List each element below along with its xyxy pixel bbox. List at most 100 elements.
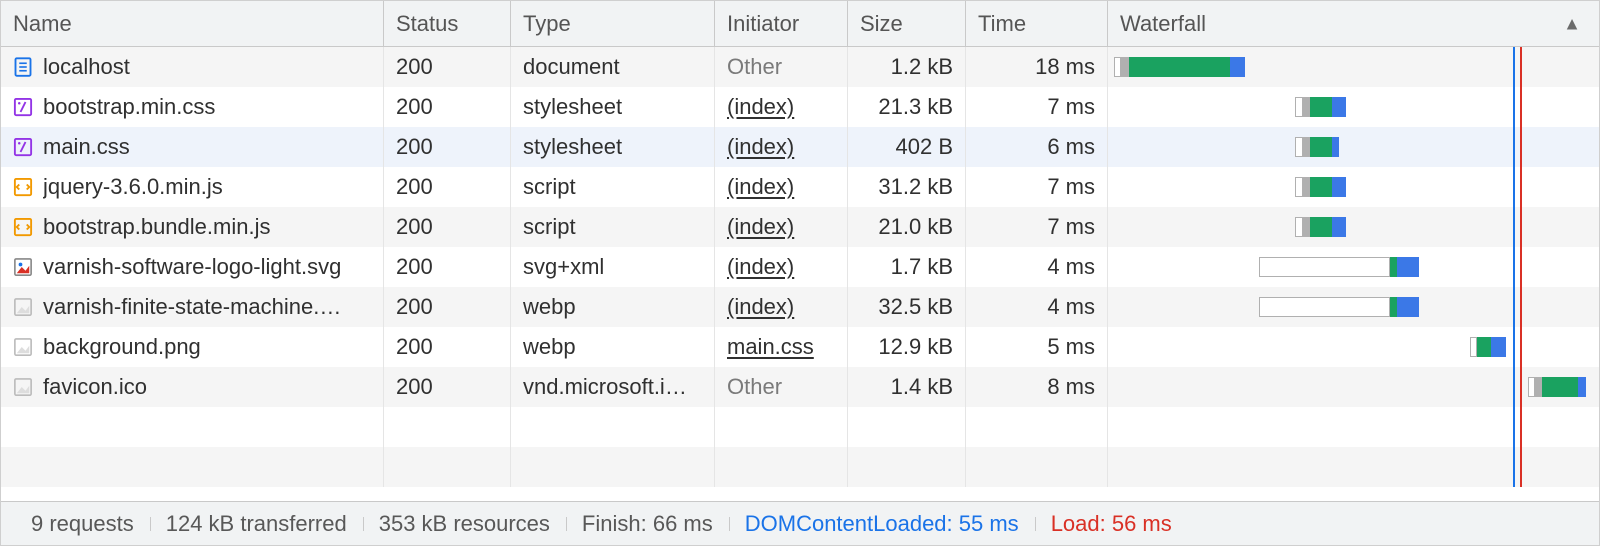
cell-name[interactable]: varnish-software-logo-light.svg <box>1 247 384 287</box>
cell-size: 1.2 kB <box>848 47 966 87</box>
stylesheet-icon <box>13 137 33 157</box>
cell-size: 31.2 kB <box>848 167 966 207</box>
request-name: varnish-software-logo-light.svg <box>43 254 341 280</box>
waterfall-bar[interactable] <box>1470 337 1506 357</box>
cell-name[interactable]: jquery-3.6.0.min.js <box>1 167 384 207</box>
cell-type: stylesheet <box>511 87 715 127</box>
request-name: varnish-finite-state-machine.… <box>43 294 341 320</box>
cell-time: 7 ms <box>966 167 1108 207</box>
waterfall-bar[interactable] <box>1295 137 1339 157</box>
dcl-marker <box>1513 87 1515 127</box>
cell-initiator: main.css <box>715 327 848 367</box>
waterfall-bar[interactable] <box>1259 257 1419 277</box>
cell-status: 200 <box>384 207 511 247</box>
cell-type: script <box>511 207 715 247</box>
cell-initiator: (index) <box>715 167 848 207</box>
cell-name[interactable]: background.png <box>1 327 384 367</box>
dcl-marker <box>1513 247 1515 287</box>
load-marker <box>1520 367 1522 407</box>
cell-status: 200 <box>384 247 511 287</box>
footer-finish: Finish: 66 ms <box>566 511 729 537</box>
initiator-link[interactable]: main.css <box>727 334 814 360</box>
initiator-link[interactable]: (index) <box>727 214 794 240</box>
footer-domcontentloaded: DOMContentLoaded: 55 ms <box>729 511 1035 537</box>
col-header-initiator[interactable]: Initiator <box>715 1 848 46</box>
dcl-marker <box>1513 287 1515 327</box>
waterfall-bar[interactable] <box>1295 97 1346 117</box>
request-name: favicon.ico <box>43 374 147 400</box>
load-marker <box>1520 207 1522 247</box>
load-marker <box>1520 167 1522 207</box>
initiator-link[interactable]: (index) <box>727 174 794 200</box>
cell-name[interactable]: bootstrap.min.css <box>1 87 384 127</box>
cell-name[interactable]: varnish-finite-state-machine.… <box>1 287 384 327</box>
col-header-status[interactable]: Status <box>384 1 511 46</box>
footer-resources: 353 kB resources <box>363 511 566 537</box>
table-row[interactable]: localhost200documentOther1.2 kB18 ms <box>1 47 1599 87</box>
initiator-link[interactable]: (index) <box>727 134 794 160</box>
col-header-name[interactable]: Name <box>1 1 384 46</box>
cell-time: 7 ms <box>966 207 1108 247</box>
table-body: localhost200documentOther1.2 kB18 msboot… <box>1 47 1599 501</box>
cell-waterfall <box>1108 287 1599 327</box>
table-row[interactable]: background.png200webpmain.css12.9 kB5 ms <box>1 327 1599 367</box>
col-header-waterfall[interactable]: Waterfall ▲ <box>1108 1 1599 46</box>
table-row[interactable]: bootstrap.bundle.min.js200script (index) 2… <box>1 207 1599 247</box>
cell-status: 200 <box>384 87 511 127</box>
cell-type: vnd.microsoft.i… <box>511 367 715 407</box>
request-name: main.css <box>43 134 130 160</box>
col-header-type[interactable]: Type <box>511 1 715 46</box>
cell-name[interactable]: localhost <box>1 47 384 87</box>
waterfall-bar[interactable] <box>1259 297 1419 317</box>
cell-initiator: (index) <box>715 247 848 287</box>
empty-row <box>1 447 1599 487</box>
cell-status: 200 <box>384 127 511 167</box>
cell-status: 200 <box>384 47 511 87</box>
initiator-link[interactable]: (index) <box>727 294 794 320</box>
load-marker <box>1520 47 1522 87</box>
cell-size: 12.9 kB <box>848 327 966 367</box>
cell-time: 6 ms <box>966 127 1108 167</box>
col-header-time[interactable]: Time <box>966 1 1108 46</box>
table-row[interactable]: favicon.ico200vnd.microsoft.i…Other1.4 k… <box>1 367 1599 407</box>
footer-transferred: 124 kB transferred <box>150 511 363 537</box>
document-icon <box>13 57 33 77</box>
dcl-marker <box>1513 367 1515 407</box>
stylesheet-icon <box>13 97 33 117</box>
table-header: Name Status Type Initiator Size Time Wat… <box>1 1 1599 47</box>
cell-name[interactable]: bootstrap.bundle.min.js <box>1 207 384 247</box>
cell-waterfall <box>1108 327 1599 367</box>
initiator-link[interactable]: (index) <box>727 94 794 120</box>
cell-size: 21.0 kB <box>848 207 966 247</box>
cell-name[interactable]: main.css <box>1 127 384 167</box>
cell-size: 402 B <box>848 127 966 167</box>
cell-type: svg+xml <box>511 247 715 287</box>
table-row[interactable]: main.css200stylesheet(index)402 B6 ms <box>1 127 1599 167</box>
cell-waterfall <box>1108 207 1599 247</box>
table-row[interactable]: jquery-3.6.0.min.js200script (index) 31.2 … <box>1 167 1599 207</box>
cell-time: 5 ms <box>966 327 1108 367</box>
cell-type: script <box>511 167 715 207</box>
waterfall-bar[interactable] <box>1295 217 1346 237</box>
table-row[interactable]: varnish-software-logo-light.svg 200svg+xm… <box>1 247 1599 287</box>
cell-time: 8 ms <box>966 367 1108 407</box>
cell-status: 200 <box>384 367 511 407</box>
cell-waterfall <box>1108 167 1599 207</box>
waterfall-bar[interactable] <box>1295 177 1346 197</box>
col-header-size[interactable]: Size <box>848 1 966 46</box>
waterfall-bar[interactable] <box>1114 57 1245 77</box>
table-row[interactable]: bootstrap.min.css200stylesheet(index)21.… <box>1 87 1599 127</box>
image-gray-icon <box>13 297 33 317</box>
cell-type: webp <box>511 327 715 367</box>
cell-status: 200 <box>384 167 511 207</box>
cell-time: 7 ms <box>966 87 1108 127</box>
network-panel: Name Status Type Initiator Size Time Wat… <box>0 0 1600 546</box>
cell-initiator: (index) <box>715 207 848 247</box>
cell-name[interactable]: favicon.ico <box>1 367 384 407</box>
initiator-link[interactable]: (index) <box>727 254 794 280</box>
cell-size: 32.5 kB <box>848 287 966 327</box>
dcl-marker <box>1513 47 1515 87</box>
table-row[interactable]: varnish-finite-state-machine.…200webp(in… <box>1 287 1599 327</box>
waterfall-bar[interactable] <box>1528 377 1586 397</box>
dcl-marker <box>1513 327 1515 367</box>
